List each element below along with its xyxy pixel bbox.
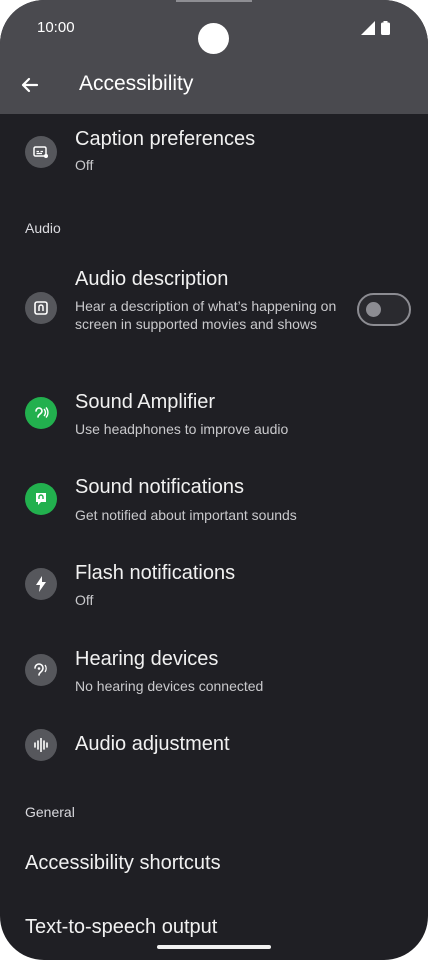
item-subtitle: Off xyxy=(75,157,94,173)
item-title: Hearing devices xyxy=(75,648,219,670)
accessibility-shortcuts-item[interactable]: Accessibility shortcuts xyxy=(25,852,221,875)
sound-amplifier-item[interactable]: Sound Amplifier Use headphones to improv… xyxy=(0,375,428,455)
item-title: Audio adjustment xyxy=(75,733,230,755)
flash-icon xyxy=(25,568,57,600)
toggle-knob xyxy=(366,302,381,317)
phone-screen: 10:00 Accessibility Caption preferences … xyxy=(0,0,428,960)
hearing-devices-item[interactable]: Hearing devices No hearing devices conne… xyxy=(0,632,428,712)
item-title: Audio description xyxy=(75,268,229,290)
captions-icon xyxy=(25,136,57,168)
item-title: Flash notifications xyxy=(75,562,236,584)
item-subtitle: No hearing devices connected xyxy=(75,678,264,694)
item-title: Caption preferences xyxy=(75,128,256,150)
sound-notification-icon xyxy=(25,483,57,515)
audio-description-toggle[interactable] xyxy=(357,293,411,326)
item-subtitle: Off xyxy=(75,592,94,608)
flash-notifications-item[interactable]: Flash notifications Off xyxy=(0,546,428,626)
item-title: Sound notifications xyxy=(75,476,245,498)
item-title: Sound Amplifier xyxy=(75,391,216,413)
item-subtitle: Get notified about important sounds xyxy=(75,507,297,523)
item-subtitle: Hear a description of what’s happening o… xyxy=(75,298,337,332)
hearing-aid-icon xyxy=(25,654,57,686)
item-subtitle: Use headphones to improve audio xyxy=(75,421,289,437)
home-indicator[interactable] xyxy=(157,945,271,949)
audio-adjustment-item[interactable]: Audio adjustment xyxy=(0,718,428,774)
caption-preferences-item[interactable]: Caption preferences Off xyxy=(0,0,428,190)
section-header-general: General xyxy=(25,804,75,820)
section-header-audio: Audio xyxy=(25,220,61,236)
waveform-icon xyxy=(25,729,57,761)
audio-description-icon xyxy=(25,292,57,324)
sound-notifications-item[interactable]: Sound notifications Get notified about i… xyxy=(0,460,428,540)
text-to-speech-output-item[interactable]: Text-to-speech output xyxy=(25,916,217,939)
ear-icon xyxy=(25,397,57,429)
